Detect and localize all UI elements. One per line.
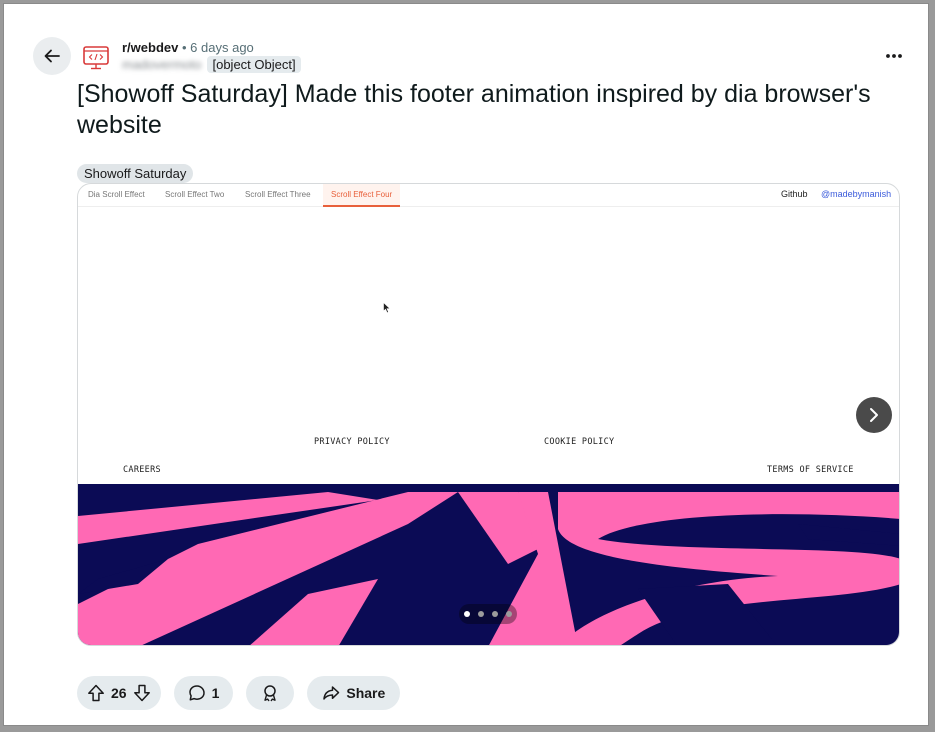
back-button[interactable] (33, 37, 71, 75)
comment-count: 1 (211, 685, 220, 701)
share-button[interactable]: Share (307, 676, 401, 710)
post-time: 6 days ago (190, 40, 254, 55)
user-flair-chip: [object Object] (207, 56, 301, 73)
post-action-bar: 26 1 Share (77, 676, 401, 710)
post-title: [Showoff Saturday] Made this footer anim… (77, 80, 871, 139)
embedded-tab-scroll-four: Scroll Effect Four (323, 184, 401, 207)
embedded-github-link: Github (781, 189, 808, 199)
next-slide-button[interactable] (856, 397, 892, 433)
embedded-site-nav: Dia Scroll Effect Scroll Effect Two Scro… (78, 184, 899, 207)
upvote-button[interactable] (87, 684, 105, 702)
share-label: Share (346, 685, 386, 701)
post-meta: r/webdev • 6 days ago (122, 40, 254, 55)
more-horizontal-icon (886, 54, 902, 58)
author-line: madovermoto [object Object] (122, 56, 301, 73)
award-button[interactable] (246, 676, 295, 710)
comment-bubble-icon (188, 685, 205, 701)
slide-dot[interactable] (464, 611, 470, 617)
downvote-button[interactable] (133, 684, 151, 702)
embedded-tab-scroll-three: Scroll Effect Three (245, 190, 311, 199)
subreddit-avatar[interactable] (81, 42, 111, 72)
post-detail-page: r/webdev • 6 days ago madovermoto [objec… (3, 3, 929, 726)
slide-dot[interactable] (478, 611, 484, 617)
footer-careers: CAREERS (123, 465, 161, 475)
embedded-handle-link: @madebymanish (821, 189, 892, 199)
share-arrow-icon (323, 686, 340, 700)
subreddit-name[interactable]: r/webdev (122, 40, 178, 55)
slide-dot[interactable] (506, 611, 512, 617)
downvote-arrow-icon (133, 684, 150, 702)
arrow-left-icon (44, 49, 60, 63)
upvote-arrow-icon (88, 684, 104, 702)
embedded-tab-scroll-two: Scroll Effect Two (165, 190, 225, 199)
footer-cookie-policy: COOKIE POLICY (544, 437, 615, 447)
award-icon (264, 685, 277, 702)
slide-indicator (459, 604, 517, 624)
more-options-button[interactable] (882, 44, 906, 68)
media-gallery[interactable]: Dia Scroll Effect Scroll Effect Two Scro… (77, 183, 900, 646)
meta-separator: • (181, 40, 187, 55)
comments-button[interactable]: 1 (173, 676, 234, 710)
chevron-right-icon (870, 408, 878, 422)
footer-terms: TERMS OF SERVICE (767, 465, 854, 475)
vote-control: 26 (77, 676, 161, 710)
author-username[interactable]: madovermoto (122, 57, 201, 72)
post-flair[interactable]: Showoff Saturday (77, 164, 194, 183)
slide-dot[interactable] (492, 611, 498, 617)
footer-privacy-policy: PRIVACY POLICY (314, 437, 390, 447)
embedded-tab-dia-scroll: Dia Scroll Effect (88, 190, 145, 199)
vote-count: 26 (111, 685, 127, 701)
mouse-cursor-icon (383, 302, 391, 314)
